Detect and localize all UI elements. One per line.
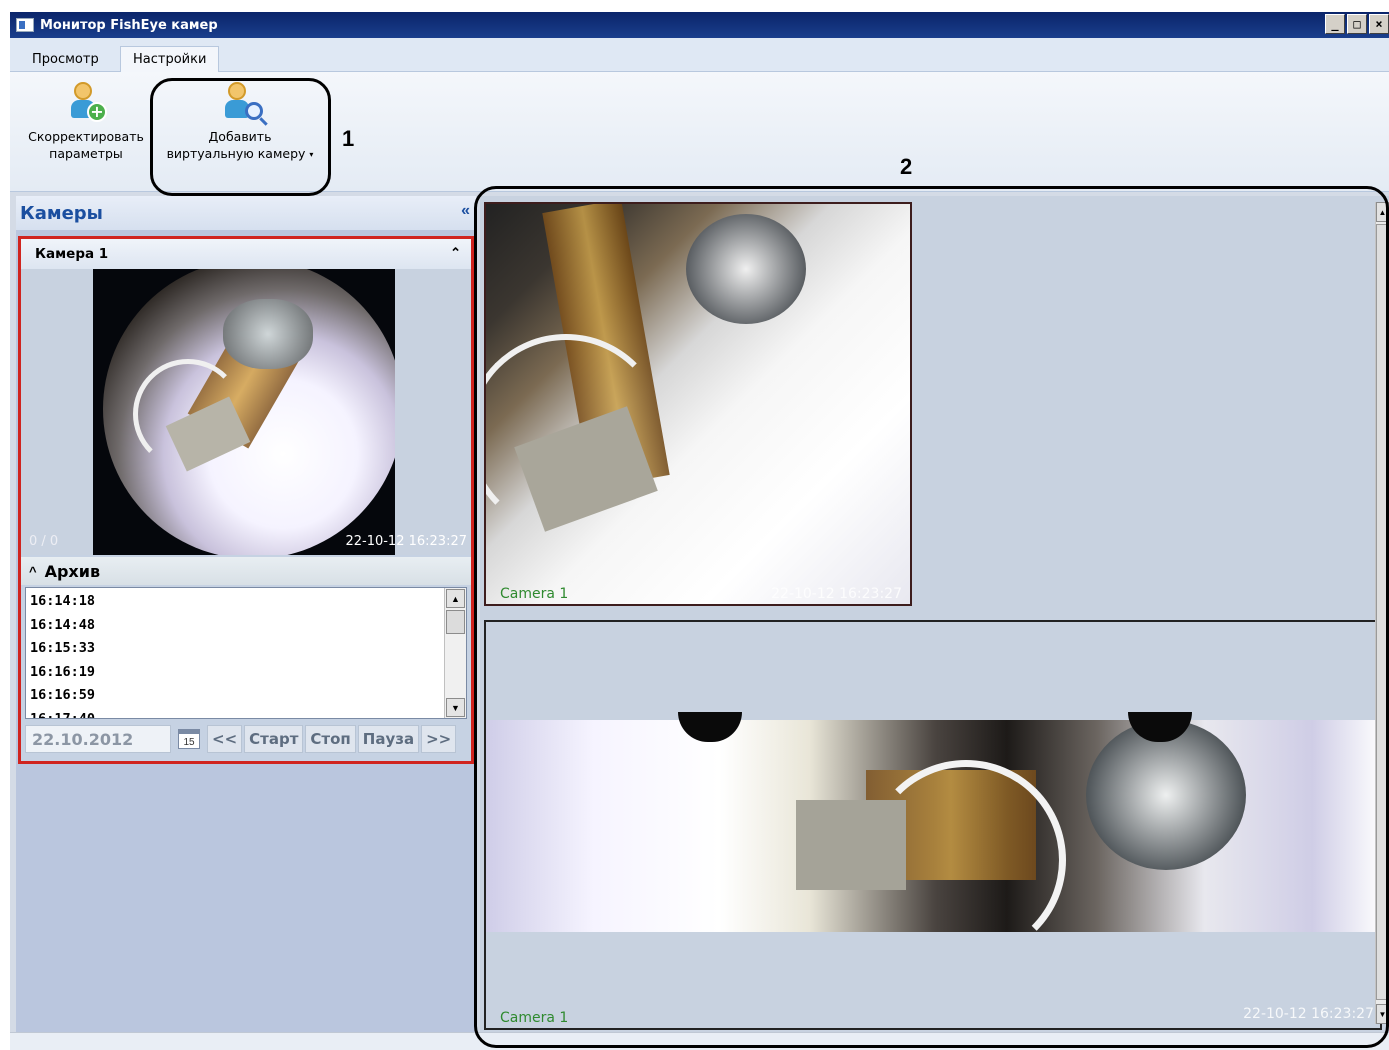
annotation-highlight-1 <box>150 78 331 196</box>
scroll-thumb[interactable] <box>446 610 465 634</box>
scroll-up-icon[interactable]: ▲ <box>446 589 465 608</box>
cameras-pane-header: Камеры « <box>16 196 476 230</box>
archive-label: Архив <box>44 561 101 581</box>
close-button[interactable]: × <box>1369 14 1389 34</box>
fisheye-image <box>103 269 395 555</box>
list-item[interactable]: 16:16:19 <box>30 661 440 685</box>
correct-parameters-button[interactable]: + Скорректировать параметры <box>16 82 156 162</box>
list-item[interactable]: 16:16:59 <box>30 684 440 708</box>
camera-name: Камера 1 <box>35 246 109 262</box>
list-item[interactable]: 16:14:18 <box>30 590 440 614</box>
tab-settings[interactable]: Настройки <box>120 46 220 72</box>
archive-header[interactable]: ^ Архив <box>21 557 471 585</box>
preview-timestamp: 22-10-12 16:23:27 <box>345 534 467 549</box>
correct-parameters-label-2: параметры <box>49 146 123 161</box>
scroll-down-icon[interactable]: ▼ <box>446 698 465 717</box>
window-controls: _ □ × <box>1325 14 1389 34</box>
correct-parameters-label-1: Скорректировать <box>28 129 144 144</box>
title-bar: Монитор FishEye камер _ □ × <box>10 12 1389 38</box>
archive-controls: 22.10.2012 15 << Старт Стоп Пауза >> <box>25 723 467 755</box>
maximize-button[interactable]: □ <box>1347 14 1367 34</box>
fisheye-frame <box>93 269 395 555</box>
archive-date-field[interactable]: 22.10.2012 <box>25 725 171 753</box>
list-item[interactable]: 16:14:48 <box>30 614 440 638</box>
user-add-icon: + <box>69 82 107 122</box>
annotation-highlight-2 <box>474 186 1389 1048</box>
annotation-label-2: 2 <box>900 154 913 179</box>
cameras-pane-title: Камеры <box>20 202 103 224</box>
cameras-pane: Камеры « Камера 1 ⌃ 0 / 0 22-10-12 16:23… <box>16 196 476 1032</box>
list-item[interactable]: 16:15:33 <box>30 637 440 661</box>
ribbon-tabs: Просмотр Настройки <box>10 38 1389 72</box>
prev-button[interactable]: << <box>207 725 243 753</box>
pause-button[interactable]: Пауза <box>357 725 420 753</box>
camera-preview[interactable]: 0 / 0 22-10-12 16:23:27 <box>21 269 471 555</box>
next-button[interactable]: >> <box>421 725 457 753</box>
camera-card-header: Камера 1 ⌃ <box>21 239 471 269</box>
calendar-button[interactable]: 15 <box>173 725 205 753</box>
tab-view[interactable]: Просмотр <box>20 46 111 72</box>
collapse-pane-icon[interactable]: « <box>461 202 470 220</box>
frame-counter: 0 / 0 <box>29 534 59 549</box>
stop-button[interactable]: Стоп <box>305 725 356 753</box>
start-button[interactable]: Старт <box>244 725 304 753</box>
calendar-icon: 15 <box>178 729 200 749</box>
minimize-button[interactable]: _ <box>1325 14 1345 34</box>
app-icon <box>16 18 34 32</box>
list-item[interactable]: 16:17:40 <box>30 708 440 719</box>
camera-card: Камера 1 ⌃ 0 / 0 22-10-12 16:23:27 ^ Арх… <box>18 236 474 764</box>
collapse-camera-icon[interactable]: ⌃ <box>450 245 461 261</box>
window-title: Монитор FishEye камер <box>40 17 218 33</box>
archive-list[interactable]: 16:14:18 16:14:48 16:15:33 16:16:19 16:1… <box>25 587 467 719</box>
annotation-label-1: 1 <box>342 126 355 151</box>
archive-scrollbar[interactable]: ▲ ▼ <box>444 588 466 718</box>
archive-collapse-icon[interactable]: ^ <box>29 564 37 579</box>
